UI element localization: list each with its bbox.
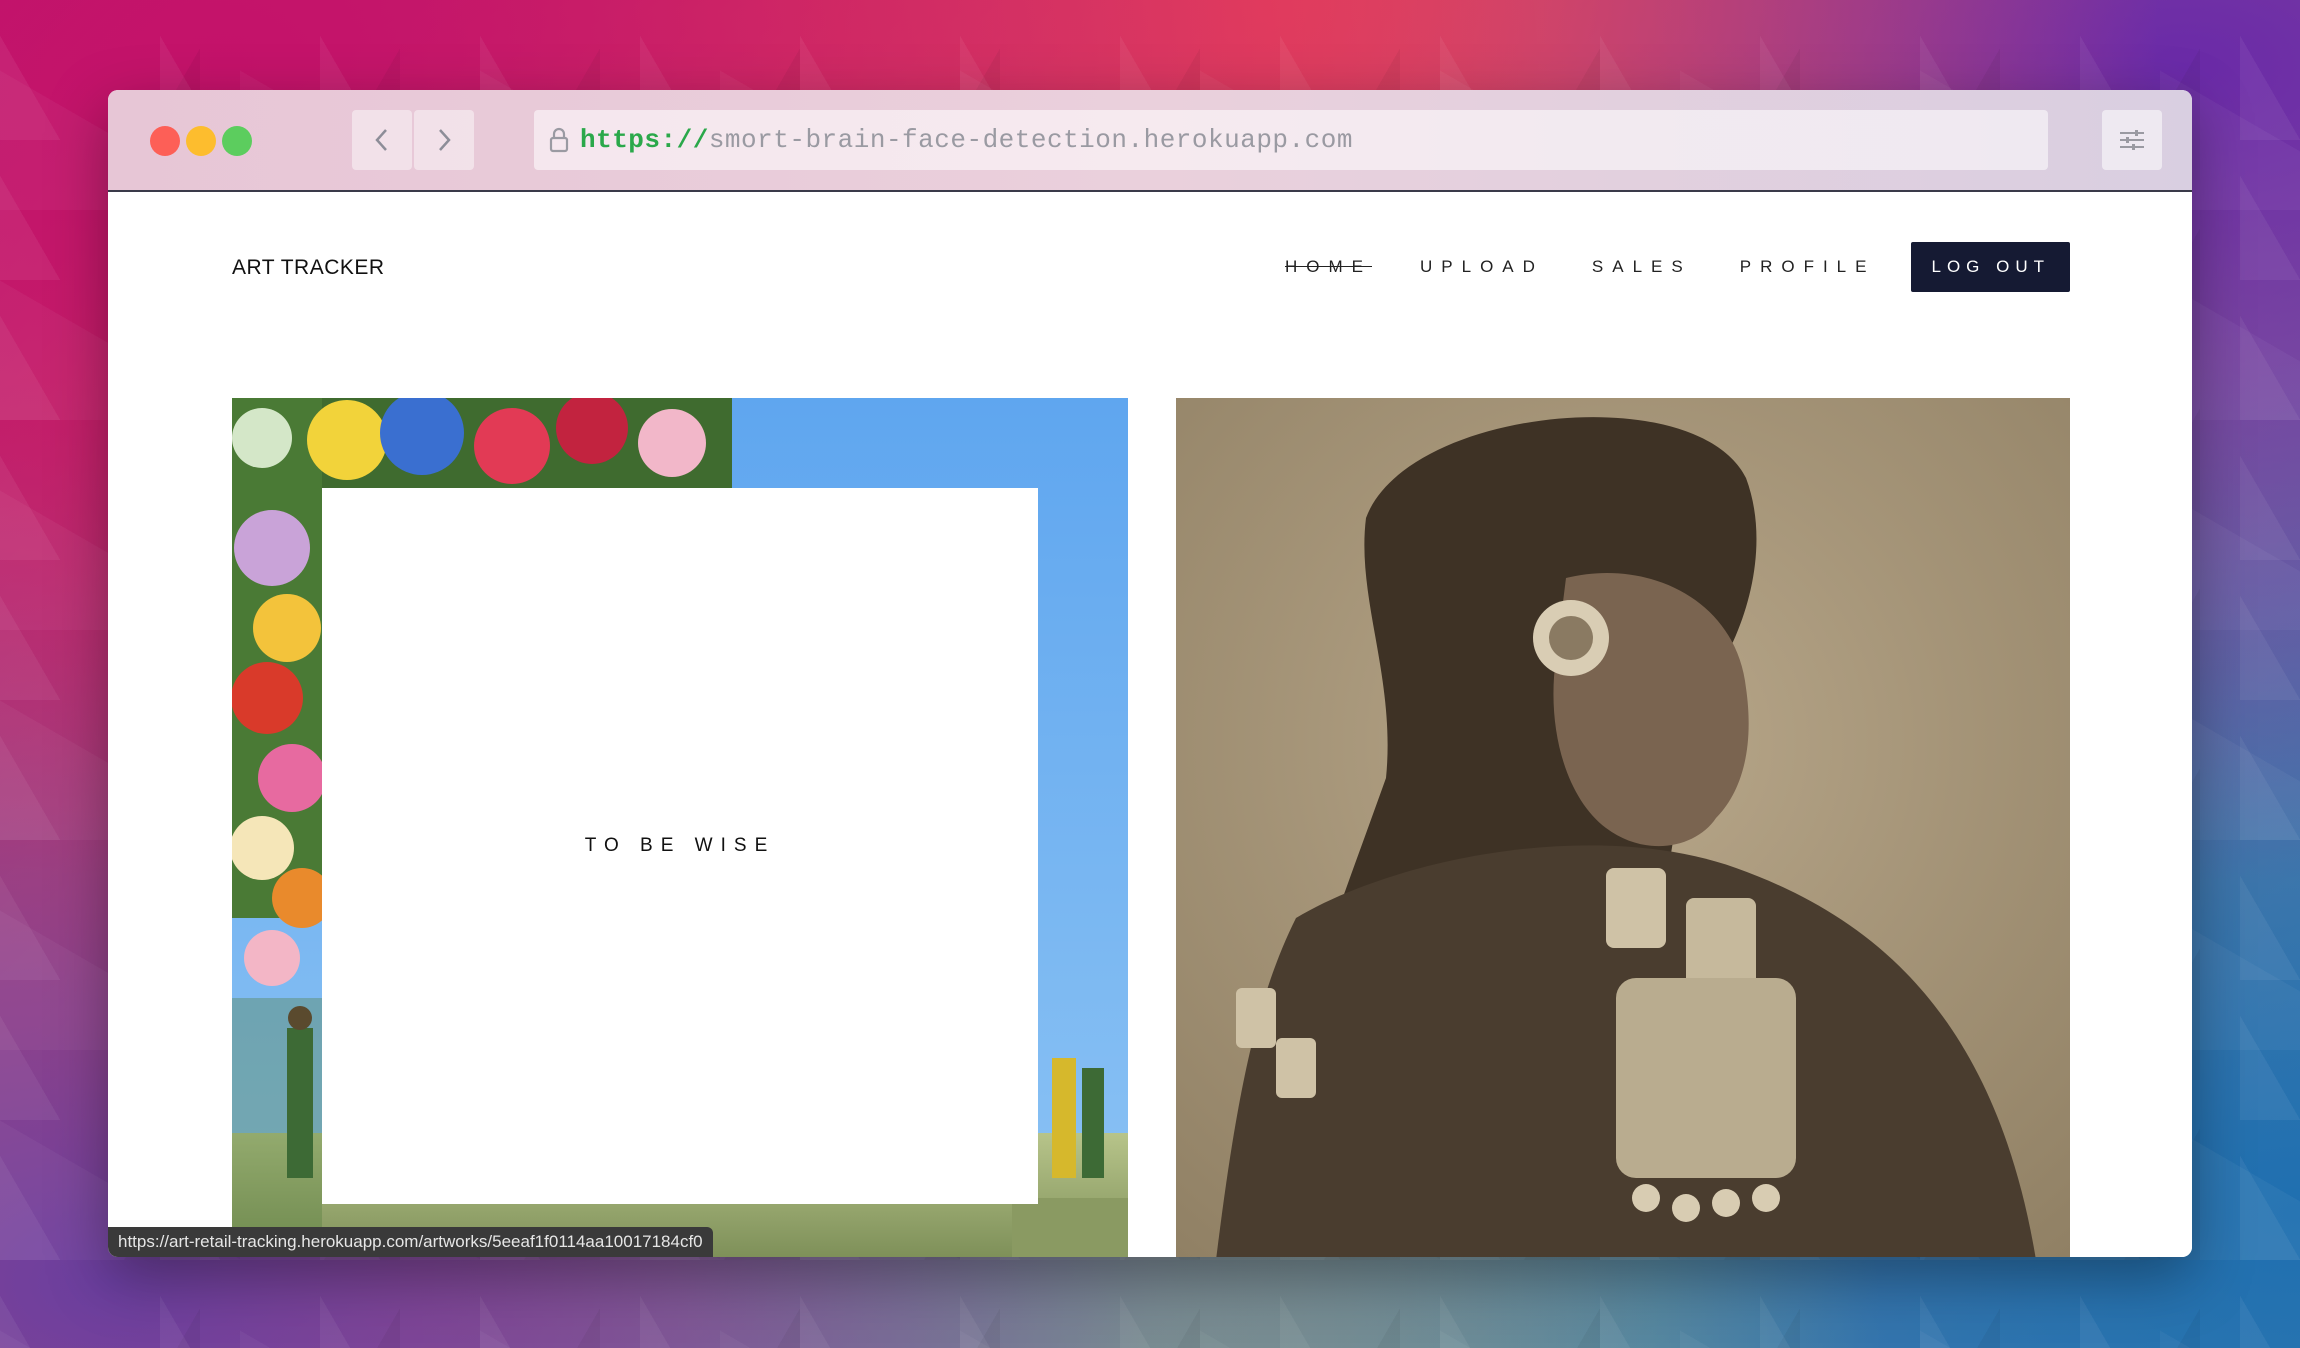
- artwork-title: TO BE WISE: [584, 835, 776, 856]
- url-scheme: https://: [580, 125, 709, 155]
- page-viewport: ART TRACKER HOME UPLOAD SALES PROFILE LO…: [108, 192, 2192, 1257]
- artwork-image-portrait: [1176, 398, 2070, 1257]
- nav-profile[interactable]: PROFILE: [1740, 257, 1876, 277]
- link-status-bar: https://art-retail-tracking.herokuapp.co…: [108, 1227, 713, 1257]
- artwork-card-portrait[interactable]: [1176, 398, 2070, 1257]
- site-brand[interactable]: ART TRACKER: [232, 256, 385, 280]
- browser-settings-button[interactable]: [2102, 110, 2162, 170]
- address-bar[interactable]: https://smort-brain-face-detection.herok…: [534, 110, 2048, 170]
- browser-titlebar: https://smort-brain-face-detection.herok…: [108, 90, 2192, 192]
- forward-button[interactable]: [414, 110, 474, 170]
- url-text: https://smort-brain-face-detection.herok…: [580, 125, 1353, 155]
- chevron-left-icon: [375, 129, 387, 151]
- nav-upload[interactable]: UPLOAD: [1420, 257, 1544, 277]
- logout-button[interactable]: LOG OUT: [1911, 242, 2070, 292]
- browser-window: https://smort-brain-face-detection.herok…: [108, 90, 2192, 1257]
- minimize-window-button[interactable]: [186, 126, 216, 156]
- url-host: smort-brain-face-detection.herokuapp.com: [708, 125, 1353, 155]
- close-window-button[interactable]: [150, 126, 180, 156]
- nav-home[interactable]: HOME: [1285, 257, 1372, 277]
- artwork-overlay: TO BE WISE: [322, 488, 1038, 1204]
- main-nav: HOME UPLOAD SALES PROFILE LOG OUT: [1237, 242, 2070, 292]
- chevron-right-icon: [439, 129, 451, 151]
- lock-icon: [546, 127, 572, 153]
- maximize-window-button[interactable]: [222, 126, 252, 156]
- sliders-icon: [2120, 130, 2144, 150]
- nav-sales[interactable]: SALES: [1592, 257, 1692, 277]
- back-button[interactable]: [352, 110, 412, 170]
- artwork-card-collage[interactable]: TO BE WISE: [232, 398, 1128, 1257]
